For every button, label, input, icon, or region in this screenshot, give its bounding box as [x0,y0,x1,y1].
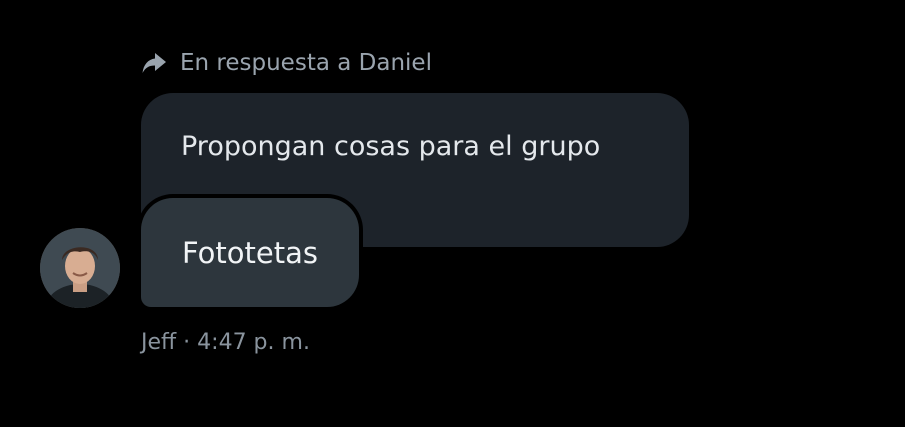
user-avatar[interactable] [40,228,120,308]
quoted-message-text: Propongan cosas para el grupo [181,131,601,162]
reply-context[interactable]: En respuesta a Daniel [140,44,432,82]
message-bubble[interactable]: Fototetas [141,198,359,307]
reply-context-text: En respuesta a Daniel [180,50,432,76]
reply-arrow-icon [140,49,168,77]
message-meta: Jeff · 4:47 p. m. [141,330,310,355]
message-text: Fototetas [182,235,318,270]
